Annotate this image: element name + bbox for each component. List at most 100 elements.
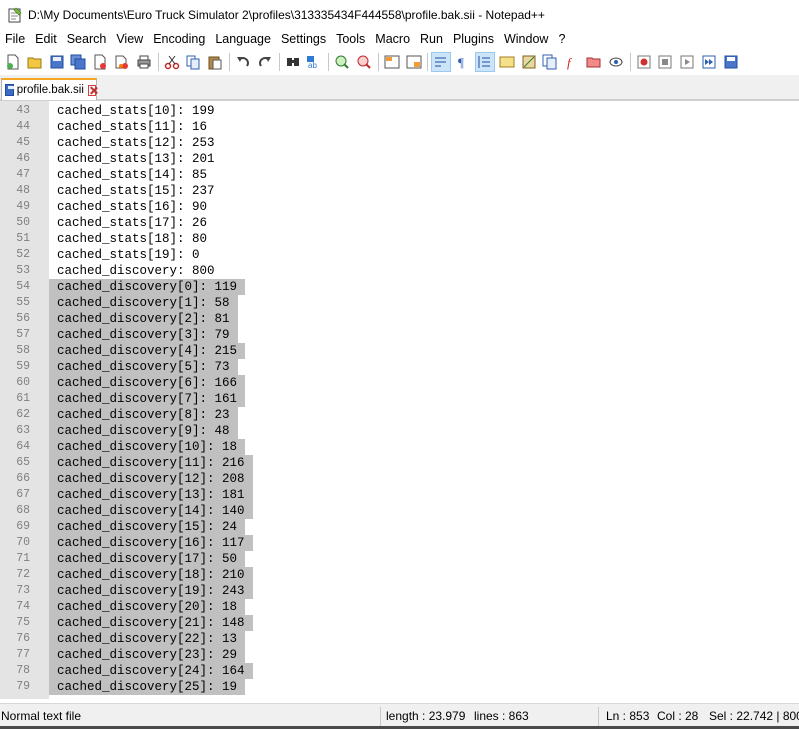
monitoring-icon[interactable]	[606, 52, 626, 72]
code-line[interactable]: 70 cached_discovery[16]: 117	[0, 535, 799, 551]
code-line[interactable]: 48 cached_stats[15]: 237	[0, 183, 799, 199]
menu-search[interactable]: Search	[62, 30, 112, 49]
function-list-icon[interactable]: f	[562, 52, 582, 72]
record-macro-icon[interactable]	[634, 52, 654, 72]
code-line[interactable]: 53 cached_discovery: 800	[0, 263, 799, 279]
code-line[interactable]: 61 cached_discovery[7]: 161	[0, 391, 799, 407]
code-line[interactable]: 57 cached_discovery[3]: 79	[0, 327, 799, 343]
line-number: 65	[16, 456, 30, 469]
menu-plugins[interactable]: Plugins	[448, 30, 499, 49]
save-macro-icon[interactable]	[721, 52, 741, 72]
tab-profile-bak[interactable]: profile.bak.sii	[1, 78, 97, 100]
code-line[interactable]: 77 cached_discovery[23]: 29	[0, 647, 799, 663]
code-line[interactable]: 69 cached_discovery[15]: 24	[0, 519, 799, 535]
line-number: 68	[16, 504, 30, 517]
replace-icon[interactable]: ab	[304, 52, 324, 72]
code-line[interactable]: 58 cached_discovery[4]: 215	[0, 343, 799, 359]
undo-icon[interactable]	[233, 52, 253, 72]
line-text: cached_stats[14]: 85	[57, 168, 208, 182]
find-icon[interactable]	[283, 52, 303, 72]
code-line[interactable]: 60 cached_discovery[6]: 166	[0, 375, 799, 391]
zoom-out-icon[interactable]	[354, 52, 374, 72]
show-all-chars-icon[interactable]: ¶	[453, 52, 473, 72]
sync-horizontal-icon[interactable]	[404, 52, 424, 72]
code-line[interactable]: 52 cached_stats[19]: 0	[0, 247, 799, 263]
cut-icon[interactable]	[162, 52, 182, 72]
save-all-icon[interactable]	[68, 52, 88, 72]
udl-icon[interactable]	[497, 52, 517, 72]
zoom-in-icon[interactable]	[332, 52, 352, 72]
code-line[interactable]: 65 cached_discovery[11]: 216	[0, 455, 799, 471]
toolbar-separator	[157, 53, 159, 71]
text-editor[interactable]: 43 cached_stats[10]: 199 44 cached_stats[11…	[0, 101, 799, 699]
code-line[interactable]: 55 cached_discovery[1]: 58	[0, 295, 799, 311]
folder-workspace-icon[interactable]	[584, 52, 604, 72]
code-line[interactable]: 75 cached_discovery[21]: 148	[0, 615, 799, 631]
menu-view[interactable]: View	[111, 30, 148, 49]
close-icon[interactable]	[90, 52, 110, 72]
code-line[interactable]: 47 cached_stats[14]: 85	[0, 167, 799, 183]
menu-tools[interactable]: Tools	[331, 30, 370, 49]
code-line[interactable]: 43 cached_stats[10]: 199	[0, 103, 799, 119]
sync-vertical-icon[interactable]	[382, 52, 402, 72]
menu-settings[interactable]: Settings	[276, 30, 331, 49]
new-file-icon[interactable]	[3, 52, 23, 72]
menu-edit[interactable]: Edit	[30, 30, 62, 49]
code-line[interactable]: 63 cached_discovery[9]: 48	[0, 423, 799, 439]
tab-label: profile.bak.sii	[16, 84, 84, 96]
code-line[interactable]: 73 cached_discovery[19]: 243	[0, 583, 799, 599]
close-all-icon[interactable]	[112, 52, 132, 72]
run-macro-multiple-icon[interactable]	[699, 52, 719, 72]
menu-macro[interactable]: Macro	[370, 30, 415, 49]
code-line[interactable]: 64 cached_discovery[10]: 18	[0, 439, 799, 455]
word-wrap-icon[interactable]	[431, 52, 452, 72]
code-line[interactable]: 79 cached_discovery[25]: 19	[0, 679, 799, 695]
play-macro-icon[interactable]	[677, 52, 697, 72]
menu-help[interactable]: ?	[553, 30, 570, 49]
code-line[interactable]: 49 cached_stats[16]: 90	[0, 199, 799, 215]
indent-guide-icon[interactable]	[474, 52, 495, 72]
code-line[interactable]: 59 cached_discovery[5]: 73	[0, 359, 799, 375]
code-line[interactable]: 51 cached_stats[18]: 80	[0, 231, 799, 247]
print-icon[interactable]	[134, 52, 154, 72]
stop-macro-icon[interactable]	[655, 52, 675, 72]
selected-line-text: cached_discovery[3]: 79	[49, 327, 238, 343]
menu-language[interactable]: Language	[210, 30, 276, 49]
code-line[interactable]: 74 cached_discovery[20]: 18	[0, 599, 799, 615]
save-icon[interactable]	[47, 52, 67, 72]
code-line[interactable]: 46 cached_stats[13]: 201	[0, 151, 799, 167]
selected-line-text: cached_discovery[2]: 81	[49, 311, 238, 327]
code-line[interactable]: 76 cached_discovery[22]: 13	[0, 631, 799, 647]
code-line[interactable]: 68 cached_discovery[14]: 140	[0, 503, 799, 519]
line-number: 70	[16, 536, 30, 549]
menu-file[interactable]: File	[0, 30, 30, 49]
code-line[interactable]: 78 cached_discovery[24]: 164	[0, 663, 799, 679]
code-line[interactable]: 56 cached_discovery[2]: 81	[0, 311, 799, 327]
menu-encoding[interactable]: Encoding	[148, 30, 210, 49]
line-number: 62	[16, 408, 30, 421]
menu-window[interactable]: Window	[499, 30, 553, 49]
code-line[interactable]: 54 cached_discovery[0]: 119	[0, 279, 799, 295]
line-number: 72	[16, 568, 30, 581]
paste-icon[interactable]	[205, 52, 225, 72]
selected-line-text: cached_discovery[22]: 13	[49, 631, 246, 647]
copy-icon[interactable]	[183, 52, 203, 72]
selected-line-text: cached_discovery[25]: 19	[49, 679, 246, 695]
code-line[interactable]: 44 cached_stats[11]: 16	[0, 119, 799, 135]
menu-run[interactable]: Run	[415, 30, 448, 49]
doc-list-icon[interactable]	[540, 52, 560, 72]
svg-text:ab: ab	[308, 61, 317, 70]
selected-line-text: cached_discovery[15]: 24	[49, 519, 246, 535]
selected-line-text: cached_discovery[16]: 117	[49, 535, 253, 551]
code-line[interactable]: 45 cached_stats[12]: 253	[0, 135, 799, 151]
code-line[interactable]: 71 cached_discovery[17]: 50	[0, 551, 799, 567]
redo-icon[interactable]	[255, 52, 275, 72]
code-line[interactable]: 67 cached_discovery[13]: 181	[0, 487, 799, 503]
code-line[interactable]: 72 cached_discovery[18]: 210	[0, 567, 799, 583]
code-line[interactable]: 50 cached_stats[17]: 26	[0, 215, 799, 231]
doc-map-icon[interactable]	[519, 52, 539, 72]
open-file-icon[interactable]	[25, 52, 45, 72]
code-line[interactable]: 66 cached_discovery[12]: 208	[0, 471, 799, 487]
code-line[interactable]: 62 cached_discovery[8]: 23	[0, 407, 799, 423]
close-icon[interactable]	[87, 84, 96, 96]
